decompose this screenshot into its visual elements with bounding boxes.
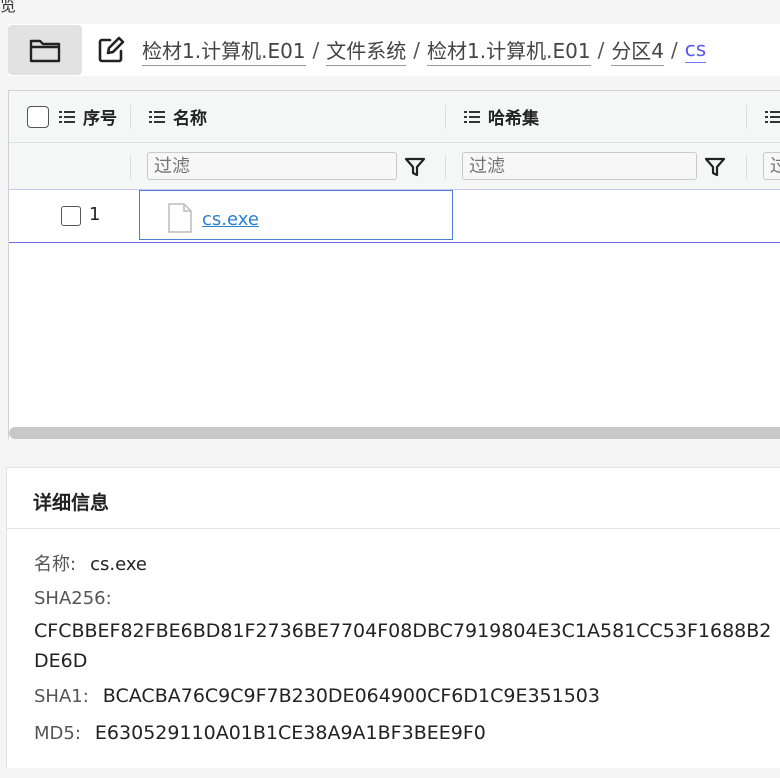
column-label: 序号 [83,109,117,129]
sha256-value: CFCBBEF82FBE6BD81F2736BE7704F08DBC791980… [34,620,772,672]
list-icon [765,110,780,123]
breadcrumb: 检材1.计算机.E01 / 文件系统 / 检材1.计算机.E01 / 分区4 /… [142,35,707,66]
table-filter-row [9,143,780,190]
name-cell-selected[interactable]: cs.exe [139,190,453,240]
column-divider[interactable] [445,105,446,129]
folder-button[interactable] [8,25,82,75]
table-header-row: 序号 名称 哈希集 [9,91,780,143]
column-label: 哈希集 [488,109,539,129]
breadcrumb-item[interactable]: 分区4 [611,35,665,66]
table-row[interactable]: 1 cs.exe [9,190,780,243]
breadcrumb-separator: / [312,38,320,62]
edit-icon [98,36,125,63]
row-checkbox[interactable] [61,206,81,226]
list-icon [464,110,480,123]
file-icon [168,203,192,233]
next-filter-input[interactable] [763,152,780,180]
column-header-next[interactable] [765,91,780,142]
list-icon [149,110,165,123]
hashset-filter-input[interactable] [462,152,697,180]
detail-sha256-label: SHA256: [34,588,126,609]
column-divider[interactable] [746,105,747,129]
detail-md5: MD5: E630529110A01B1CE38A9A1BF3BEE9F0 [34,722,486,744]
detail-panel: 详细信息 名称: cs.exe SHA256: CFCBBEF82FBE6BD81… [6,467,780,768]
md5-label: MD5: [34,723,81,744]
column-header-name[interactable]: 名称 [149,91,207,142]
column-divider [130,155,131,179]
list-icon [59,110,75,123]
breadcrumb-toolbar: 检材1.计算机.E01 / 文件系统 / 检材1.计算机.E01 / 分区4 /… [8,24,780,76]
file-name-link[interactable]: cs.exe [202,209,259,230]
sha256-label: SHA256: [34,588,112,609]
edit-button[interactable] [96,35,126,65]
breadcrumb-current[interactable]: cs [684,37,707,63]
column-header-hashset[interactable]: 哈希集 [464,91,539,142]
sha1-label: SHA1: [34,686,89,707]
select-all-cell [27,91,49,142]
file-table: 序号 名称 哈希集 过滤 过滤 过滤 1 cs.exe [8,90,780,439]
breadcrumb-separator: / [671,38,678,62]
select-all-checkbox[interactable] [27,105,49,128]
sha1-value: BCACBA76C9C9F7B230DE064900CF6D1C9E351503 [102,685,600,707]
name-label: 名称: [34,554,77,575]
column-label: 名称 [173,109,207,129]
top-cut-text: 览 [0,0,17,15]
folder-icon [29,39,61,63]
filter-icon[interactable] [403,155,427,179]
filter-icon[interactable] [703,155,727,179]
breadcrumb-separator: / [597,38,605,62]
detail-name: 名称: cs.exe [34,550,147,576]
breadcrumb-separator: / [413,38,421,62]
breadcrumb-item[interactable]: 文件系统 [326,35,407,66]
breadcrumb-item[interactable]: 检材1.计算机.E01 [142,35,306,66]
column-divider [445,155,446,179]
name-value: cs.exe [90,554,148,575]
horizontal-scrollbar[interactable] [9,427,780,439]
md5-value: E630529110A01B1CE38A9A1BF3BEE9F0 [94,722,486,744]
column-divider[interactable] [130,105,131,129]
column-header-index[interactable]: 序号 [59,91,117,142]
detail-title: 详细信息 [33,492,110,514]
detail-divider [7,528,780,529]
breadcrumb-item[interactable]: 检材1.计算机.E01 [427,35,591,66]
column-divider [746,155,747,179]
name-filter-input[interactable] [147,152,397,180]
row-index: 1 [89,204,101,225]
detail-sha1: SHA1: BCACBA76C9C9F7B230DE064900CF6D1C9E3… [34,685,600,707]
